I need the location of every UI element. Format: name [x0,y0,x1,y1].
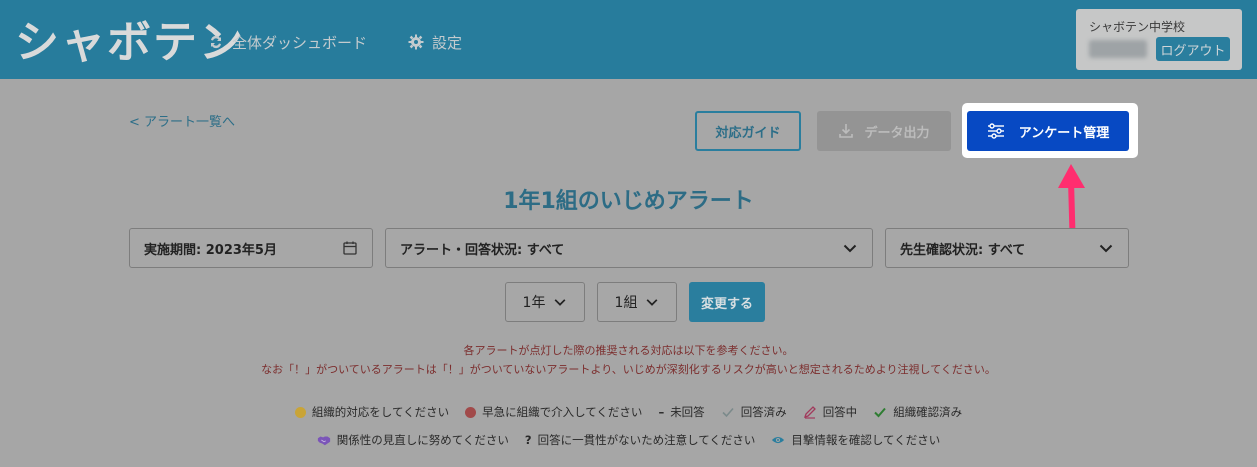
gear-icon [408,34,424,50]
top-header: シャボテン 全体ダッシュボード 設定 シャボテン中学校 ログアウト [0,0,1257,79]
apply-change-button[interactable]: 変更する [689,282,765,322]
period-select[interactable]: 実施期間: 2023年5月 [129,228,373,268]
logout-button[interactable]: ログアウト [1156,37,1230,61]
legend-label: 回答中 [822,405,858,419]
handshake-icon [317,436,330,446]
survey-management-label: アンケート管理 [1018,125,1110,141]
sync-icon [211,35,221,49]
legend-item: 回答中 [803,404,858,420]
response-guide-button[interactable]: 対応ガイド [695,111,801,151]
legend-item: ? 回答に一貫性がないため注意してください [525,432,755,448]
nav-settings-label: 設定 [432,33,463,52]
legend-item: 早急に組織で介入してください [465,404,642,420]
blurred-user-name [1089,40,1147,58]
legend-label: 未回答 [670,405,705,419]
data-export-button[interactable]: データ出力 [817,111,951,151]
data-export-label: データ出力 [864,125,930,141]
class-value: 1組 [614,295,638,311]
alert-status-select[interactable]: アラート・回答状況: すべて [385,228,873,268]
chevron-down-icon [843,244,857,253]
green-check-icon [874,407,886,418]
grade-value: 1年 [522,295,546,311]
legend-row-1: 組織的対応をしてください 早急に組織で介入してください – 未回答 回答済み 回… [0,404,1257,420]
check-icon [722,407,734,418]
legend-item: 目撃情報を確認してください [771,432,940,448]
chevron-down-icon [1099,244,1113,253]
nav-dashboard[interactable]: 全体ダッシュボード [208,31,367,53]
download-icon [839,124,854,138]
eye-icon [772,436,785,444]
survey-management-button[interactable]: アンケート管理 [967,111,1129,151]
question-icon: ? [524,433,532,447]
legend-item: 関係性の見直しに努めてください [317,432,509,448]
notice-line-2: なお「！」がついているアラートは「！」がついていないアラートより、いじめが深刻化… [261,363,996,376]
pencil-icon [803,406,816,419]
nav-settings[interactable]: 設定 [408,31,462,53]
legend-label: 関係性の見直しに努めてください [336,433,509,447]
class-select[interactable]: 1組 [597,282,677,322]
red-dot-icon [465,406,477,418]
dash-icon: – [658,405,665,419]
legend-label: 組織確認済み [893,405,963,419]
back-to-alert-list-link[interactable]: < アラート一覧へ [129,111,235,130]
nav-dashboard-label: 全体ダッシュボード [232,33,368,52]
school-name: シャボテン中学校 [1089,20,1186,34]
sliders-icon [987,123,1004,139]
legend-label: 目撃情報を確認してください [791,433,941,447]
calendar-icon [343,241,357,255]
legend-label: 早急に組織で介入してください [482,405,643,419]
legend-item: 組織的対応をしてください [294,404,450,420]
grade-select[interactable]: 1年 [505,282,585,322]
chevron-down-icon [555,299,566,306]
legend-label: 組織的対応をしてください [311,405,450,419]
legend-label: 回答済み [740,405,787,419]
notice-line-1: 各アラートが点灯した際の推奨される対応は以下を参考ください。 [463,344,794,357]
yellow-dot-icon [294,406,306,418]
legend-label: 回答に一貫性がないため注意してください [537,433,756,447]
teacher-status-select[interactable]: 先生確認状況: すべて [885,228,1129,268]
school-panel: シャボテン中学校 ログアウト [1076,9,1242,70]
alert-status-value: アラート・回答状況: すべて [400,242,565,258]
period-value: 実施期間: 2023年5月 [144,242,277,258]
legend-row-2: 関係性の見直しに努めてください ? 回答に一貫性がないため注意してください 目撃… [0,432,1257,448]
legend-item: 組織確認済み [873,404,962,420]
teacher-status-value: 先生確認状況: すべて [900,242,1026,258]
legend-item: 回答済み [721,404,787,420]
legend-item: – 未回答 [658,404,704,420]
page-title: 1年1組のいじめアラート [503,189,754,214]
chevron-down-icon [647,299,658,306]
